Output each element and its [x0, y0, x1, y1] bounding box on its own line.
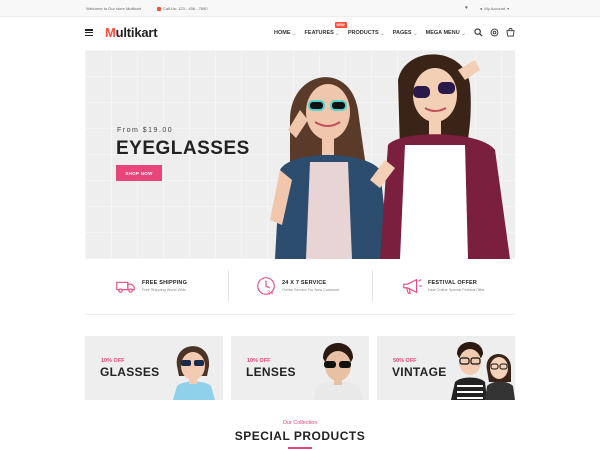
hero-banner: From $19.00 EYEGLASSES SHOP NOW	[85, 50, 515, 259]
logo-text: ultikart	[115, 25, 158, 40]
nav-features[interactable]: NEW FEATURES ⌵	[304, 22, 347, 36]
banner-title: GLASSES	[100, 365, 160, 379]
account-label: My Account	[484, 6, 506, 11]
service-text: FESTIVAL OFFER New Online Special Festiv…	[428, 280, 485, 292]
title-underline	[288, 447, 312, 449]
banner-discount: 50% OFF	[393, 358, 417, 364]
top-bar: Welcome to Our store Multikart Call Us: …	[0, 0, 600, 17]
settings-icon[interactable]	[490, 28, 499, 37]
section-title: SPECIAL PRODUCTS	[234, 429, 366, 443]
hero-price-from: From $19.00	[117, 127, 174, 134]
banner-model-image	[173, 346, 215, 400]
chevron-down-icon: ▾	[507, 6, 510, 11]
megaphone-icon	[403, 278, 423, 294]
clock-24-icon: 24	[257, 277, 275, 296]
divider	[372, 270, 373, 302]
service-text: FREE SHIPPING Free Shipping World Wide	[142, 280, 187, 292]
new-badge: NEW	[334, 22, 347, 28]
menu-icon[interactable]	[85, 29, 93, 36]
logo-mark: M	[105, 25, 116, 40]
chevron-down-icon: ⌵	[335, 30, 339, 36]
welcome-text: Welcome to Our store Multikart	[86, 6, 142, 11]
service-subtitle: New Online Special Festival Offer	[428, 288, 485, 292]
chevron-down-icon: ⌵	[461, 30, 465, 36]
svg-text:24: 24	[267, 290, 273, 296]
banner-model-image	[451, 342, 515, 400]
truck-icon	[116, 281, 135, 293]
header: Multikart HOME ⌵ NEW FEATURES ⌵ PRODUCTS ⌵ …	[0, 17, 600, 50]
service-subtitle: Online Service For New Customer	[282, 288, 340, 292]
cart-icon[interactable]	[506, 28, 515, 37]
banner-glasses[interactable]: 10% OFF GLASSES	[85, 336, 223, 400]
banner-lenses[interactable]: 10% OFF LENSES	[231, 336, 369, 400]
service-text: 24 X 7 SERVICE Online Service For New Cu…	[282, 280, 340, 292]
phone-info: Call Us: 123 - 456 - 7890	[157, 6, 207, 11]
banner-model-image	[313, 343, 363, 400]
nav-home[interactable]: HOME ⌵	[274, 30, 296, 36]
nav-label: MEGA MENU	[425, 30, 460, 36]
chevron-down-icon: ⌵	[413, 30, 417, 36]
service-24x7: 24 24 X 7 SERVICE Online Service For New…	[255, 268, 340, 304]
my-account-link[interactable]: ● My Account ▾	[480, 6, 509, 11]
service-festival-offer: FESTIVAL OFFER New Online Special Festiv…	[401, 268, 485, 304]
chevron-down-icon: ⌵	[292, 30, 296, 36]
shop-now-button[interactable]: SHOP NOW	[116, 165, 162, 181]
nav-products[interactable]: PRODUCTS ⌵	[348, 30, 384, 36]
logo[interactable]: Multikart	[105, 25, 158, 40]
heart-icon[interactable]: ♥	[465, 5, 468, 11]
hero-models-image	[270, 54, 510, 259]
nav-label: PAGES	[392, 30, 412, 36]
service-title: FESTIVAL OFFER	[428, 280, 478, 286]
service-free-shipping: FREE SHIPPING Free Shipping World Wide	[115, 268, 187, 304]
banner-title: LENSES	[246, 365, 296, 379]
nav-label: FEATURES	[304, 30, 334, 36]
services-strip: FREE SHIPPING Free Shipping World Wide 2…	[85, 268, 515, 304]
user-icon: ●	[480, 6, 483, 11]
phone-text: Call Us: 123 - 456 - 7890	[163, 6, 208, 11]
search-icon[interactable]	[474, 28, 483, 37]
header-icons	[474, 28, 515, 37]
banner-vintage[interactable]: 50% OFF VINTAGE	[377, 336, 515, 400]
nav-label: HOME	[274, 30, 291, 36]
service-title: FREE SHIPPING	[142, 280, 188, 286]
nav-label: PRODUCTS	[347, 30, 379, 36]
nav-pages[interactable]: PAGES ⌵	[393, 30, 417, 36]
banner-discount: 10% OFF	[247, 358, 271, 364]
hero-title: EYEGLASSES	[116, 138, 250, 159]
divider	[228, 270, 229, 302]
chevron-down-icon: ⌵	[380, 30, 384, 36]
main-nav: HOME ⌵ NEW FEATURES ⌵ PRODUCTS ⌵ PAGES ⌵ MEG…	[274, 22, 474, 36]
nav-mega-menu[interactable]: MEGA MENU ⌵	[426, 30, 465, 36]
section-divider	[85, 314, 515, 315]
banner-discount: 10% OFF	[101, 358, 125, 364]
service-subtitle: Free Shipping World Wide	[142, 288, 187, 292]
phone-icon	[157, 6, 161, 11]
service-title: 24 X 7 SERVICE	[282, 280, 327, 286]
banner-title: VINTAGE	[392, 365, 447, 379]
section-subtitle: Our Collection	[282, 420, 318, 426]
